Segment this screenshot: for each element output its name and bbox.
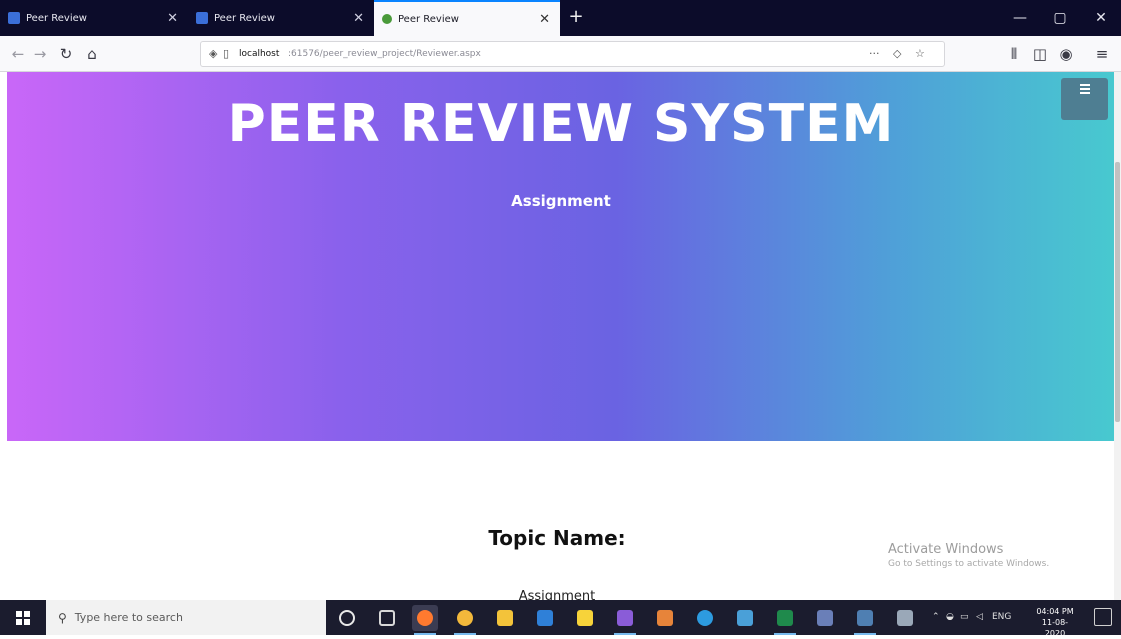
close-tab-icon[interactable]: ✕	[353, 11, 364, 26]
minimize-button[interactable]: —	[1000, 0, 1040, 36]
snipping-tool-icon[interactable]	[892, 605, 918, 631]
browser-tab-active[interactable]: Peer Review ✕	[374, 0, 560, 36]
page-actions-menu-icon[interactable]: ···	[869, 42, 880, 66]
watermark-title: Activate Windows	[888, 542, 1004, 557]
watermark-subtitle: Go to Settings to activate Windows.	[888, 559, 1050, 569]
site-favicon-icon	[382, 14, 392, 24]
start-button[interactable]	[0, 600, 46, 635]
visual-studio-icon[interactable]	[612, 605, 638, 635]
windows-logo-icon	[16, 610, 30, 625]
close-tab-icon[interactable]: ✕	[167, 11, 178, 26]
hero-banner: PEER REVIEW SYSTEM Assignment	[7, 72, 1115, 441]
clock-time: 04:04 PM	[1036, 607, 1074, 616]
address-bar[interactable]: ◈ ▯ localhost :61576/peer_review_project…	[200, 41, 945, 67]
page-title: PEER REVIEW SYSTEM	[227, 94, 895, 154]
tray-chevron-icon[interactable]: ⌃	[932, 600, 940, 635]
page-scrollbar[interactable]	[1114, 72, 1121, 600]
close-tab-icon[interactable]: ✕	[539, 12, 550, 27]
tab-title: Peer Review	[398, 13, 459, 25]
url-host: localhost	[239, 49, 280, 59]
close-window-button[interactable]: ✕	[1081, 0, 1121, 36]
pocket-icon[interactable]: ◇	[893, 42, 901, 66]
paint-icon[interactable]	[732, 605, 758, 631]
windows-taskbar: ⚲ Type here to search ⌃ ◒ ▭ ◁ ENG 04:04 …	[0, 600, 1121, 638]
store-icon[interactable]	[532, 605, 558, 631]
browser-tab[interactable]: Peer Review ✕	[0, 0, 188, 36]
clock-date: 11-08-2020	[1041, 618, 1069, 638]
scrollbar-thumb[interactable]	[1115, 162, 1120, 422]
sidebar-icon[interactable]: ◫	[1030, 36, 1050, 72]
system-clock[interactable]: 04:04 PM 11-08-2020	[1032, 606, 1078, 639]
hamburger-menu-icon[interactable]: ≡	[1092, 36, 1112, 72]
extension-icon[interactable]: ◉	[1056, 36, 1076, 72]
sticky-notes-icon[interactable]	[572, 605, 598, 631]
page-info-icon[interactable]: ▯	[223, 42, 229, 66]
home-icon[interactable]: ⌂	[82, 36, 102, 72]
office-app-icon[interactable]	[652, 605, 678, 631]
taskbar-search-box[interactable]: ⚲ Type here to search	[46, 600, 326, 635]
battery-icon[interactable]: ▭	[960, 600, 969, 635]
language-indicator[interactable]: ENG	[992, 600, 1011, 635]
page-subtitle: Assignment	[511, 192, 611, 210]
topic-name-value: Assignment	[518, 589, 596, 600]
tab-title: Peer Review	[214, 12, 275, 24]
reload-icon[interactable]: ↻	[56, 36, 76, 72]
volume-icon[interactable]: ◁	[976, 600, 983, 635]
bookmark-star-icon[interactable]: ☆	[915, 42, 925, 66]
search-icon: ⚲	[58, 610, 67, 625]
page-content: PEER REVIEW SYSTEM Assignment Topic Name…	[0, 72, 1121, 600]
hamburger-icon	[1080, 84, 1090, 96]
tab-title: Peer Review	[26, 12, 87, 24]
browser-tab[interactable]: Peer Review ✕	[188, 0, 374, 36]
excel-icon[interactable]	[772, 605, 798, 635]
task-view-icon[interactable]	[374, 605, 400, 631]
notification-center-icon[interactable]	[1094, 608, 1112, 626]
file-explorer-icon[interactable]	[492, 605, 518, 631]
chrome-taskbar-icon[interactable]	[452, 605, 478, 635]
shield-icon[interactable]: ◈	[209, 42, 217, 66]
back-arrow-icon[interactable]: ←	[8, 36, 28, 72]
browser-tab-strip: Peer Review ✕ Peer Review ✕ Peer Review …	[0, 0, 1121, 36]
menu-toggle-button[interactable]	[1061, 78, 1108, 120]
site-favicon-icon	[196, 12, 208, 24]
cortana-icon[interactable]	[334, 605, 360, 631]
activate-windows-watermark: Activate Windows Go to Settings to activ…	[888, 542, 1049, 569]
network-icon[interactable]: ◒	[946, 600, 954, 635]
photos-icon[interactable]	[852, 605, 878, 635]
new-tab-button[interactable]: +	[566, 6, 586, 28]
sql-server-icon[interactable]	[812, 605, 838, 631]
library-icon[interactable]: ⫴	[1004, 36, 1024, 72]
skype-icon[interactable]	[692, 605, 718, 631]
browser-toolbar: ← → ↻ ⌂ ◈ ▯ localhost :61576/peer_review…	[0, 36, 1121, 72]
search-placeholder: Type here to search	[74, 611, 183, 624]
firefox-taskbar-icon[interactable]	[412, 605, 438, 635]
url-path: :61576/peer_review_project/Reviewer.aspx	[288, 49, 481, 59]
site-favicon-icon	[8, 12, 20, 24]
forward-arrow-icon[interactable]: →	[30, 36, 50, 72]
maximize-button[interactable]: ▢	[1040, 0, 1080, 36]
